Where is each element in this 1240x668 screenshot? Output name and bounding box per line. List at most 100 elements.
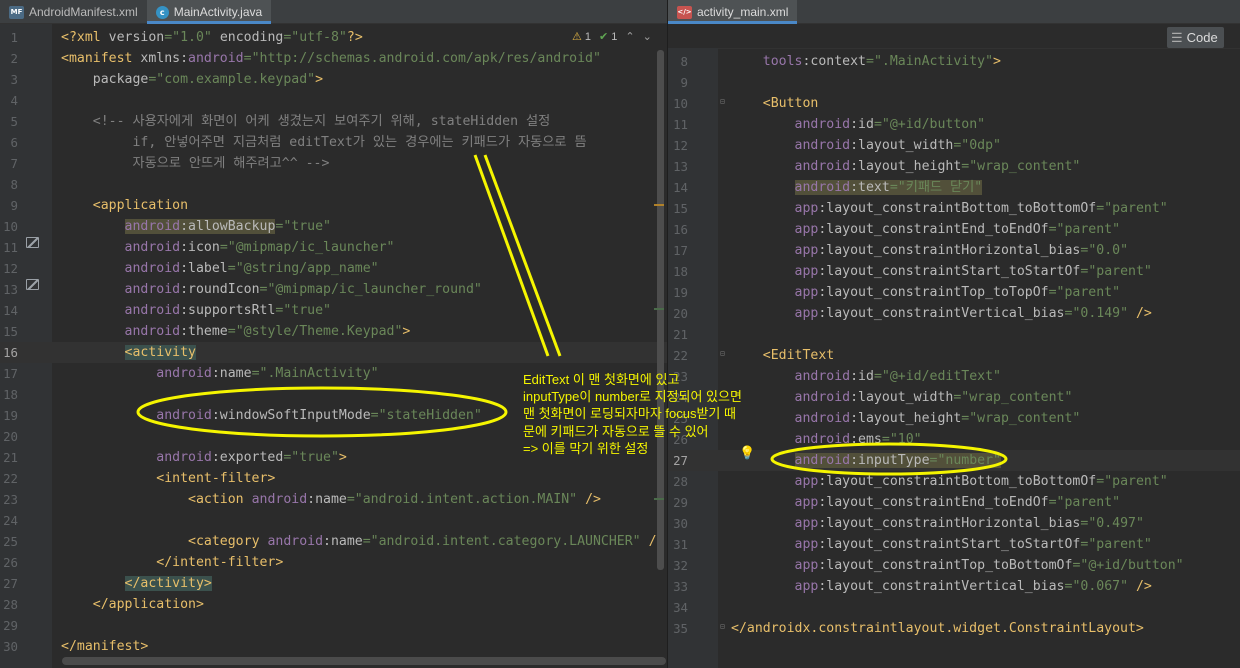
code-text[interactable]: <!-- 사용자에게 화면이 어케 생겼는지 보여주기 위해, stateHid… <box>61 111 550 132</box>
code-line[interactable]: 33 app:layout_constraintVertical_bias="0… <box>668 576 1240 597</box>
code-line[interactable]: 22 <intent-filter> <box>0 468 667 489</box>
code-text[interactable]: app:layout_constraintTop_toTopOf="parent… <box>731 282 1121 303</box>
code-line[interactable]: 35 </androidx.constraintlayout.widget.Con… <box>668 618 1240 639</box>
code-line[interactable]: 6 if, 안넣어주면 지금처럼 editText가 있는 경우에는 키패드가 … <box>0 132 667 153</box>
code-text[interactable]: android:windowSoftInputMode="stateHidden… <box>61 405 482 426</box>
code-line[interactable]: 13 android:roundIcon="@mipmap/ic_launche… <box>0 279 667 300</box>
code-text[interactable]: </androidx.constraintlayout.widget.Const… <box>731 618 1144 639</box>
code-text[interactable]: app:layout_constraintBottom_toBottomOf="… <box>731 471 1168 492</box>
tab-android-manifest[interactable]: MF AndroidManifest.xml <box>0 0 147 24</box>
code-text[interactable]: app:layout_constraintHorizontal_bias="0.… <box>731 513 1144 534</box>
code-line[interactable]: 25 <category android:name="android.inten… <box>0 531 667 552</box>
vertical-scrollbar[interactable] <box>657 50 664 570</box>
code-line[interactable]: 18 app:layout_constraintStart_toStartOf=… <box>668 261 1240 282</box>
code-text[interactable]: android:supportsRtl="true" <box>61 300 331 321</box>
info-stripe-marker[interactable] <box>654 498 664 500</box>
code-line[interactable]: 23 <action android:name="android.intent.… <box>0 489 667 510</box>
code-text[interactable]: app:layout_constraintVertical_bias="0.06… <box>731 576 1152 597</box>
code-text[interactable]: app:layout_constraintEnd_toEndOf="parent… <box>731 492 1121 513</box>
code-line[interactable]: 8 <box>0 174 667 195</box>
code-line[interactable]: 15 app:layout_constraintBottom_toBottomO… <box>668 198 1240 219</box>
code-line[interactable]: 29 <box>0 615 667 636</box>
code-line[interactable]: 9 <box>668 72 1240 93</box>
code-line[interactable]: 30 </manifest> <box>0 636 667 657</box>
code-text[interactable]: <?xml version="1.0" encoding="utf-8"?> <box>61 27 363 48</box>
info-stripe-marker[interactable] <box>654 308 664 310</box>
code-text[interactable]: android:exported="true"> <box>61 447 347 468</box>
code-text[interactable]: android:label="@string/app_name" <box>61 258 379 279</box>
code-text[interactable]: <activity <box>61 342 196 363</box>
code-line[interactable]: 19 app:layout_constraintTop_toTopOf="par… <box>668 282 1240 303</box>
fold-marker[interactable]: ⊟ <box>720 97 725 106</box>
inspection-widget[interactable]: ⚠ 1 ✔ 1 ⌃ ⌄ <box>572 30 652 44</box>
manifest-code-area[interactable]: 1 <?xml version="1.0" encoding="utf-8"?> 2… <box>0 24 667 668</box>
code-line[interactable]: 13 android:layout_height="wrap_content" <box>668 156 1240 177</box>
code-line[interactable]: 16 app:layout_constraintEnd_toEndOf="par… <box>668 219 1240 240</box>
code-line[interactable]: 7 자동으로 안뜨게 해주려고^^ --> <box>0 153 667 174</box>
code-line[interactable]: 9 <application <box>0 195 667 216</box>
code-line[interactable]: 31 app:layout_constraintStart_toStartOf=… <box>668 534 1240 555</box>
image-resource-icon[interactable] <box>26 279 39 290</box>
horizontal-scrollbar[interactable] <box>62 657 666 665</box>
code-text[interactable]: app:layout_constraintTop_toBottomOf="@+i… <box>731 555 1184 576</box>
code-text[interactable]: android:layout_height="wrap_content" <box>731 156 1081 177</box>
code-line[interactable]: 21 <box>668 324 1240 345</box>
code-line[interactable]: 10 android:allowBackup="true" <box>0 216 667 237</box>
code-text[interactable]: app:layout_constraintStart_toStartOf="pa… <box>731 534 1152 555</box>
code-line[interactable]: 27 </activity> <box>0 573 667 594</box>
layout-code-area[interactable]: 8 tools:context=".MainActivity"> 9 10 <But… <box>668 48 1240 668</box>
code-text[interactable]: </activity> <box>61 573 212 594</box>
code-text[interactable]: android:theme="@style/Theme.Keypad"> <box>61 321 411 342</box>
code-text[interactable]: android:id="@+id/button" <box>731 114 986 135</box>
code-line[interactable]: 15 android:theme="@style/Theme.Keypad"> <box>0 321 667 342</box>
code-line[interactable]: 16 <activity <box>0 342 667 363</box>
code-line[interactable]: 20 app:layout_constraintVertical_bias="0… <box>668 303 1240 324</box>
code-line[interactable]: 3 package="com.example.keypad"> <box>0 69 667 90</box>
code-line[interactable]: 1 <?xml version="1.0" encoding="utf-8"?> <box>0 27 667 48</box>
code-line[interactable]: 5 <!-- 사용자에게 화면이 어케 생겼는지 보여주기 위해, stateH… <box>0 111 667 132</box>
tab-activity-main[interactable]: </> activity_main.xml <box>668 0 798 24</box>
code-line[interactable]: 10 <Button <box>668 93 1240 114</box>
code-text[interactable]: android:text="키패드 닫기" <box>731 177 983 198</box>
code-text[interactable]: <action android:name="android.intent.act… <box>61 489 601 510</box>
code-line[interactable]: 28 </application> <box>0 594 667 615</box>
code-line[interactable]: 32 app:layout_constraintTop_toBottomOf="… <box>668 555 1240 576</box>
code-text[interactable]: app:layout_constraintEnd_toEndOf="parent… <box>731 219 1121 240</box>
code-line[interactable]: 12 android:label="@string/app_name" <box>0 258 667 279</box>
code-text[interactable]: <manifest xmlns:android="http://schemas.… <box>61 48 601 69</box>
code-line[interactable]: 14 android:text="키패드 닫기" <box>668 177 1240 198</box>
code-text[interactable]: </application> <box>61 594 204 615</box>
code-line[interactable]: 24 <box>0 510 667 531</box>
code-text[interactable]: <application <box>61 195 188 216</box>
code-line[interactable]: 28 app:layout_constraintBottom_toBottomO… <box>668 471 1240 492</box>
code-text[interactable]: <Button <box>731 93 819 114</box>
tab-main-activity[interactable]: c MainActivity.java <box>146 0 272 24</box>
code-text[interactable]: <category android:name="android.intent.c… <box>61 531 664 552</box>
code-line[interactable]: 8 tools:context=".MainActivity"> <box>668 51 1240 72</box>
code-line[interactable]: 29 app:layout_constraintEnd_toEndOf="par… <box>668 492 1240 513</box>
code-text[interactable]: package="com.example.keypad"> <box>61 69 323 90</box>
code-text[interactable]: 자동으로 안뜨게 해주려고^^ --> <box>61 153 329 174</box>
code-view-toggle[interactable]: ☰ Code <box>1167 27 1224 48</box>
code-line[interactable]: 17 app:layout_constraintHorizontal_bias=… <box>668 240 1240 261</box>
code-text[interactable]: app:layout_constraintHorizontal_bias="0.… <box>731 240 1128 261</box>
code-line[interactable]: 4 <box>0 90 667 111</box>
code-line[interactable]: 30 app:layout_constraintHorizontal_bias=… <box>668 513 1240 534</box>
chevron-down-icon[interactable]: ⌄ <box>643 30 652 43</box>
fold-marker[interactable]: ⊟ <box>720 349 725 358</box>
code-line[interactable]: 12 android:layout_width="0dp" <box>668 135 1240 156</box>
code-text[interactable]: app:layout_constraintStart_toStartOf="pa… <box>731 261 1152 282</box>
code-line[interactable]: 11 android:id="@+id/button" <box>668 114 1240 135</box>
code-line[interactable]: 2 <manifest xmlns:android="http://schemas… <box>0 48 667 69</box>
warning-stripe-marker[interactable] <box>654 204 664 206</box>
code-line[interactable]: 11 android:icon="@mipmap/ic_launcher" <box>0 237 667 258</box>
code-line[interactable]: 34 <box>668 597 1240 618</box>
code-line[interactable]: 14 android:supportsRtl="true" <box>0 300 667 321</box>
code-text[interactable]: </manifest> <box>61 636 148 657</box>
code-text[interactable]: if, 안넣어주면 지금처럼 editText가 있는 경우에는 키패드가 자동… <box>61 132 586 153</box>
code-text[interactable]: android:name=".MainActivity" <box>61 363 378 384</box>
code-text[interactable]: </intent-filter> <box>61 552 283 573</box>
fold-marker[interactable]: ⊟ <box>720 622 725 631</box>
code-line[interactable]: 26 </intent-filter> <box>0 552 667 573</box>
code-line[interactable]: 22 <EditText <box>668 345 1240 366</box>
